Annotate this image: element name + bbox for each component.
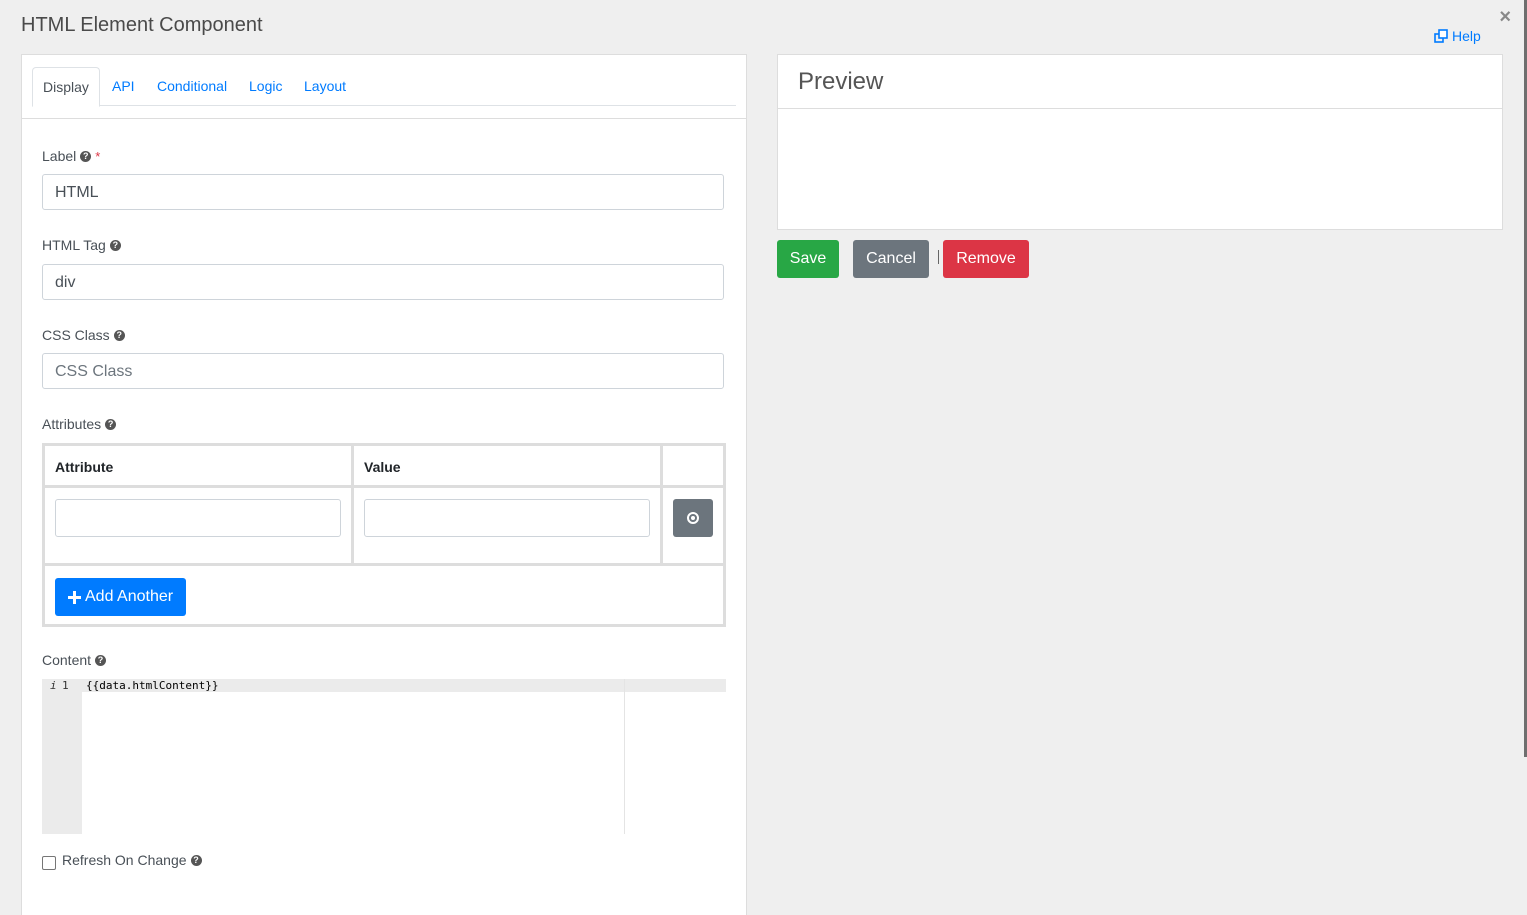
tab-bar: Display API Conditional Logic Layout — [32, 67, 736, 107]
editor-print-margin — [624, 679, 625, 834]
question-circle-icon[interactable]: ? — [105, 418, 117, 430]
info-icon: i — [50, 679, 57, 692]
required-marker: * — [95, 148, 101, 164]
attribute-input[interactable] — [55, 499, 341, 537]
line-number: 1 — [62, 679, 69, 692]
table-header-cell: Attribute — [45, 446, 354, 488]
attributes-text: Attributes — [42, 416, 102, 432]
editor-gutter — [42, 679, 82, 834]
question-circle-icon[interactable]: ? — [113, 329, 125, 341]
tabs-divider — [22, 118, 746, 119]
preview-panel: Preview — [777, 54, 1503, 230]
preview-title: Preview — [798, 68, 884, 95]
question-circle-icon[interactable]: ? — [109, 239, 121, 251]
attributes-table: Attribute Value Add Another — [42, 443, 726, 627]
remove-row-icon — [687, 512, 699, 524]
attributes-field-label: Attributes ? — [42, 416, 117, 432]
table-row-cell — [45, 488, 354, 566]
help-icon — [1434, 29, 1448, 43]
content-field-label: Content ? — [42, 652, 107, 668]
button-divider — [938, 250, 939, 264]
label-field-label: Label ? * — [42, 148, 100, 164]
refresh-on-change-checkbox[interactable] — [42, 856, 56, 870]
refresh-on-change-field-label: Refresh On Change ? — [62, 852, 202, 868]
plus-icon — [68, 590, 81, 604]
value-input[interactable] — [364, 499, 650, 537]
preview-header: Preview — [778, 55, 1502, 109]
attribute-column-header: Attribute — [55, 459, 114, 475]
remove-row-button[interactable] — [673, 499, 713, 537]
refresh-on-change-label[interactable]: Refresh On Change — [62, 852, 187, 868]
content-text: Content — [42, 652, 92, 668]
code-line[interactable]: {{data.htmlContent}} — [86, 679, 218, 692]
table-row-cell — [663, 488, 723, 566]
tab-display[interactable]: Display — [32, 67, 100, 107]
html-tag-field-label: HTML Tag ? — [42, 237, 121, 253]
content-code-editor[interactable]: i 1 {{data.htmlContent}} — [42, 679, 726, 834]
question-circle-icon[interactable]: ? — [95, 654, 107, 666]
label-field-text: Label — [42, 148, 77, 164]
value-column-header: Value — [364, 459, 401, 475]
table-header-cell — [663, 446, 723, 488]
tab-layout[interactable]: Layout — [304, 67, 346, 105]
label-input[interactable]: HTML — [42, 174, 724, 210]
question-circle-icon[interactable]: ? — [190, 854, 202, 866]
table-row-cell — [354, 488, 663, 566]
question-circle-icon[interactable]: ? — [80, 150, 92, 162]
remove-button[interactable]: Remove — [943, 240, 1029, 278]
add-another-label: Add Another — [85, 588, 174, 605]
tab-api[interactable]: API — [112, 67, 135, 105]
tab-logic[interactable]: Logic — [249, 67, 282, 105]
css-class-text: CSS Class — [42, 327, 110, 343]
save-button[interactable]: Save — [777, 240, 839, 278]
dialog-title: HTML Element Component — [21, 14, 263, 36]
add-another-button[interactable]: Add Another — [55, 578, 187, 616]
html-tag-input[interactable]: div — [42, 264, 724, 300]
tab-conditional[interactable]: Conditional — [157, 67, 227, 105]
table-header-cell: Value — [354, 446, 663, 488]
help-link[interactable]: Help — [1434, 28, 1481, 44]
html-tag-text: HTML Tag — [42, 237, 106, 253]
css-class-input[interactable]: CSS Class — [42, 353, 724, 389]
close-icon[interactable]: × — [1499, 6, 1511, 29]
edit-form-panel: Display API Conditional Logic Layout Lab… — [21, 54, 747, 915]
css-class-field-label: CSS Class ? — [42, 327, 125, 343]
help-label: Help — [1452, 28, 1481, 44]
cancel-button[interactable]: Cancel — [853, 240, 929, 278]
